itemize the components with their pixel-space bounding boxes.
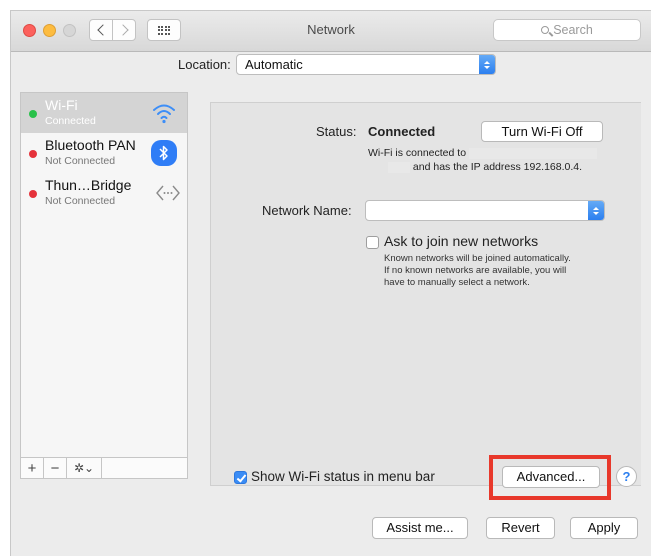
- service-item-wifi[interactable]: Wi-Fi Connected: [21, 93, 187, 133]
- status-desc-line2: and has the IP address 192.168.0.4.: [412, 161, 583, 173]
- remove-service-button[interactable]: −: [44, 458, 67, 478]
- service-item-bluetooth-pan[interactable]: Bluetooth PAN Not Connected: [21, 133, 187, 173]
- ask-to-join-checkbox[interactable]: [366, 236, 379, 249]
- wifi-icon: [153, 104, 175, 124]
- search-icon: [541, 26, 550, 34]
- popup-arrows-icon: [588, 201, 604, 220]
- service-item-thunderbolt-bridge[interactable]: Thun…Bridge Not Connected: [21, 173, 187, 213]
- redacted-network-name: [468, 147, 597, 159]
- status-dot: [29, 150, 37, 158]
- thunderbolt-bridge-icon: [156, 185, 180, 201]
- service-list: Wi-Fi Connected Bluetooth PAN Not Connec…: [20, 92, 188, 458]
- service-name: Bluetooth PAN: [45, 137, 136, 153]
- title-bar: Network Search: [11, 11, 651, 52]
- assist-me-button[interactable]: Assist me...: [372, 517, 468, 539]
- service-status: Not Connected: [45, 195, 116, 207]
- ask-to-join-label: Ask to join new networks: [384, 233, 539, 249]
- service-status: Connected: [45, 115, 96, 127]
- ask-to-join-help-text: Known networks will be joined automatica…: [384, 253, 571, 288]
- location-label: Location:: [178, 57, 231, 72]
- location-value: Automatic: [245, 57, 303, 72]
- status-dot: [29, 190, 37, 198]
- location-popup[interactable]: Automatic: [236, 54, 496, 75]
- status-dot: [29, 110, 37, 118]
- service-name: Thun…Bridge: [45, 177, 132, 193]
- show-wifi-status-checkbox[interactable]: [234, 471, 247, 484]
- search-field[interactable]: Search: [493, 19, 641, 41]
- revert-button[interactable]: Revert: [486, 517, 555, 539]
- service-actions-gear-button[interactable]: ✲⌄: [67, 458, 102, 478]
- popup-arrows-icon: [479, 55, 495, 74]
- bluetooth-icon: [151, 140, 177, 166]
- apply-button[interactable]: Apply: [570, 517, 638, 539]
- add-service-button[interactable]: +: [21, 458, 44, 478]
- network-name-label: Network Name:: [262, 203, 352, 218]
- turn-wifi-off-button[interactable]: Turn Wi-Fi Off: [481, 121, 603, 142]
- search-placeholder: Search: [553, 23, 593, 37]
- advanced-button[interactable]: Advanced...: [502, 466, 600, 488]
- redacted-text: [388, 161, 410, 173]
- service-status: Not Connected: [45, 155, 116, 167]
- service-list-toolbar: + − ✲⌄: [20, 457, 188, 479]
- network-name-popup[interactable]: [365, 200, 605, 221]
- status-value: Connected: [368, 124, 436, 139]
- help-button[interactable]: ?: [616, 466, 637, 487]
- service-name: Wi-Fi: [45, 97, 78, 113]
- status-description: Wi-Fi is connected to and has the IP add…: [368, 146, 597, 174]
- status-desc-line1: Wi-Fi is connected to: [368, 147, 467, 159]
- show-wifi-status-label: Show Wi-Fi status in menu bar: [251, 469, 435, 484]
- status-label: Status:: [316, 124, 357, 139]
